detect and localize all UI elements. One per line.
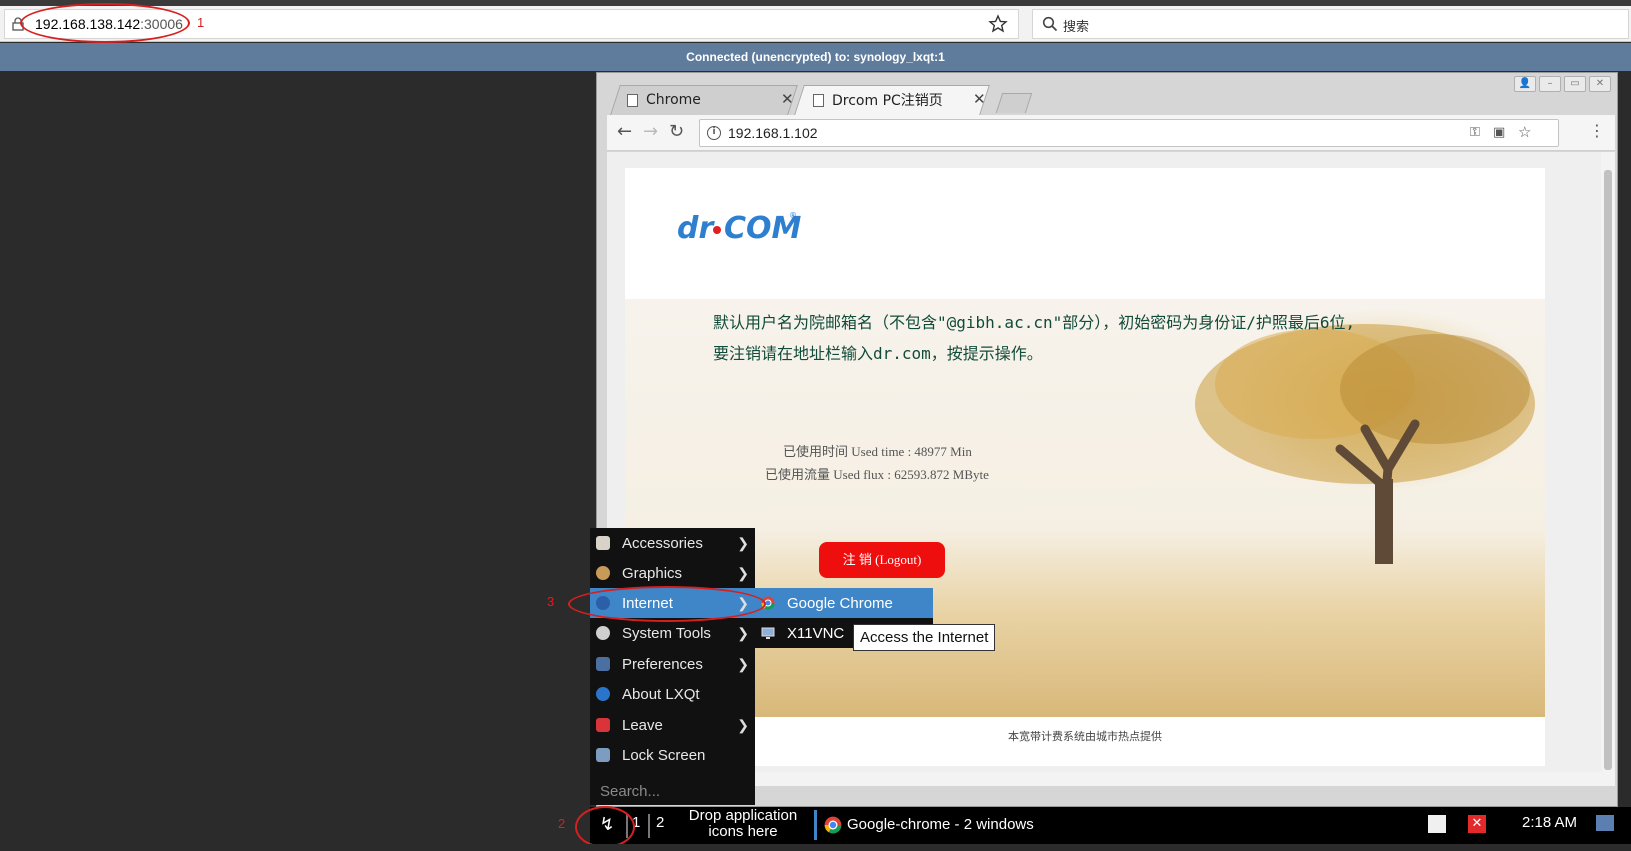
logout-button[interactable]: 注 销 (Logout) [819, 542, 945, 578]
menu-item-about[interactable]: About LXQt [590, 679, 755, 709]
vnc-status-bar: Connected (unencrypted) to: synology_lxq… [0, 43, 1631, 71]
menu-search-input[interactable]: Search... [590, 778, 755, 805]
tree-illustration [1195, 324, 1535, 564]
host-search-box[interactable]: 搜索 [1032, 9, 1629, 39]
desktop-switch-2[interactable]: 2 [656, 814, 664, 831]
host-search-placeholder: 搜索 [1063, 20, 1090, 35]
notice-line-1: 默认用户名为院邮箱名（不包含"@gibh.ac.cn"部分），初始密码为身份证/… [713, 313, 1356, 332]
annotation-number-1: 1 [197, 15, 205, 30]
annotation-ellipse-start [575, 806, 635, 848]
taskbar-separator [648, 814, 650, 838]
start-menu: Accessories ❯ Graphics ❯ Internet ❯ Syst… [590, 528, 755, 805]
clock[interactable]: 2:18 AM [1522, 814, 1577, 831]
window-controls: 👤 – ▭ ✕ [1514, 76, 1611, 92]
submenu-item-label: X11VNC [787, 624, 845, 642]
annotation-number-3: 3 [547, 594, 555, 609]
tab-label: Drcom PC注销页 [832, 93, 943, 109]
svg-text:dr: dr [677, 211, 715, 246]
menu-item-lock-screen[interactable]: Lock Screen [590, 740, 755, 770]
chevron-right-icon: ❯ [737, 564, 749, 581]
user-icon[interactable]: 👤 [1514, 76, 1536, 92]
menu-item-system-tools[interactable]: System Tools ❯ [590, 618, 755, 648]
monitor-icon [761, 627, 775, 639]
menu-item-label: System Tools [622, 624, 711, 642]
scrollbar-thumb[interactable] [1604, 170, 1612, 770]
menu-item-label: About LXQt [622, 685, 700, 703]
graphics-icon [596, 566, 610, 580]
info-icon[interactable]: i [707, 126, 721, 140]
menu-item-label: Leave [622, 716, 663, 734]
menu-item-accessories[interactable]: Accessories ❯ [590, 528, 755, 558]
minimize-button[interactable]: – [1539, 76, 1561, 92]
menu-item-label: Preferences [622, 655, 703, 673]
tab-close-icon[interactable]: ✕ [973, 90, 986, 108]
tray-error-icon[interactable]: ✕ [1468, 815, 1486, 833]
submenu-item-google-chrome[interactable]: Google Chrome [755, 588, 933, 618]
svg-text:®: ® [789, 211, 797, 220]
annotation-number-2: 2 [558, 816, 566, 831]
chrome-icon [824, 816, 842, 834]
taskbar: ↯ 1 2 Drop application icons here Google… [590, 807, 1631, 844]
menu-item-preferences[interactable]: Preferences ❯ [590, 649, 755, 679]
chevron-right-icon: ❯ [737, 624, 749, 641]
translate-icon[interactable]: ▣ [1493, 125, 1505, 140]
maximize-button[interactable]: ▭ [1564, 76, 1586, 92]
page-icon [627, 93, 638, 107]
tab-drcom[interactable]: Drcom PC注销页 ✕ [813, 85, 986, 115]
forward-icon[interactable]: → [643, 121, 658, 142]
chevron-right-icon: ❯ [737, 534, 749, 551]
page-icon [813, 93, 824, 107]
task-label: Google-chrome - 2 windows [847, 816, 1034, 833]
host-bottom-strip [0, 844, 1631, 851]
new-tab-button[interactable] [995, 93, 1033, 113]
drcom-logo: dr COM ® [677, 211, 802, 246]
annotation-ellipse-url [20, 3, 190, 43]
menu-item-label: Accessories [622, 534, 703, 552]
chrome-address-bar[interactable]: i 192.168.1.102 ⚿ ▣ ☆ [699, 119, 1559, 147]
tray-desktop-icon[interactable] [1596, 815, 1614, 831]
chrome-menu-icon[interactable]: ⋮ [1589, 121, 1605, 140]
info-icon [596, 687, 610, 701]
vertical-scrollbar[interactable] [1601, 152, 1615, 786]
menu-item-label: Graphics [622, 564, 683, 582]
page-footer: 本宽带计费系统由城市热点提供 [1008, 730, 1162, 743]
menu-item-leave[interactable]: Leave ❯ [590, 710, 755, 740]
page-viewport: dr COM ® 默认用户名为院邮箱名（不包含"@gibh.ac.cn"部分），… [607, 152, 1615, 786]
leave-icon [596, 718, 610, 732]
horizontal-scrollbar[interactable] [607, 772, 1601, 786]
lock-screen-icon [596, 748, 610, 762]
search-icon [1042, 16, 1058, 32]
gear-icon [596, 626, 610, 640]
screen: { "host_browser": { "url_host": "192.168… [0, 0, 1631, 851]
notice-line-2: 要注销请在地址栏输入dr.com，按提示操作。 [713, 344, 1043, 363]
used-flux: 已使用流量 Used flux : 62593.872 MByte [765, 467, 989, 482]
tab-chrome[interactable]: Chrome ✕ [627, 85, 794, 115]
menu-item-graphics[interactable]: Graphics ❯ [590, 558, 755, 588]
hero-banner: 默认用户名为院邮箱名（不包含"@gibh.ac.cn"部分），初始密码为身份证/… [625, 299, 1545, 717]
quicklaunch-drop-zone[interactable]: Drop application icons here [678, 808, 808, 840]
chevron-right-icon: ❯ [737, 655, 749, 672]
chevron-right-icon: ❯ [737, 716, 749, 733]
tray-clipboard-icon[interactable] [1428, 815, 1446, 833]
chrome-address-text: 192.168.1.102 [728, 125, 818, 141]
back-icon[interactable]: ← [617, 121, 632, 142]
host-browser-toolbar: 192.168.138.142:30006 搜索 [0, 6, 1631, 42]
preferences-icon [596, 657, 610, 671]
tab-label: Chrome [646, 92, 701, 108]
accessories-icon [596, 536, 610, 550]
menu-item-label: Lock Screen [622, 746, 706, 764]
close-window-button[interactable]: ✕ [1589, 76, 1611, 92]
annotation-ellipse-internet [568, 586, 766, 622]
chrome-toolbar: ← → ↻ i 192.168.1.102 ⚿ ▣ ☆ ⋮ [607, 115, 1615, 151]
reload-icon[interactable]: ↻ [669, 121, 684, 142]
key-icon[interactable]: ⚿ [1470, 125, 1480, 140]
bookmark-star-icon[interactable]: ☆ [1518, 123, 1531, 141]
used-time: 已使用时间 Used time : 48977 Min [783, 444, 972, 459]
drcom-page: dr COM ® 默认用户名为院邮箱名（不包含"@gibh.ac.cn"部分），… [625, 168, 1545, 766]
bookmark-star-icon[interactable] [988, 14, 1008, 34]
tooltip: Access the Internet [853, 624, 996, 651]
taskbar-task-chrome[interactable]: Google-chrome - 2 windows [814, 810, 1054, 840]
submenu-item-label: Google Chrome [787, 594, 893, 612]
tab-close-icon[interactable]: ✕ [781, 90, 794, 108]
